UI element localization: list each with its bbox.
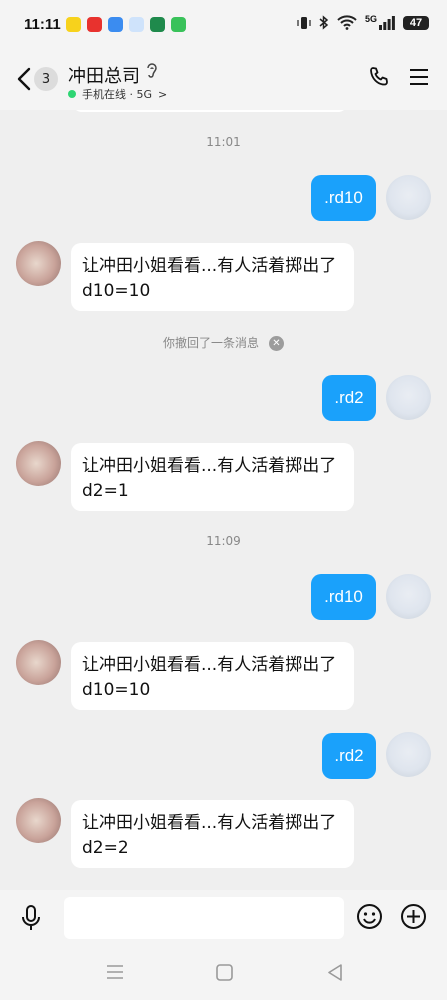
app-icon-yellow xyxy=(66,17,81,32)
bluetooth-icon xyxy=(319,15,329,30)
message-line: 让冲田小姐看看...有人活着掷出了 xyxy=(82,256,337,276)
chat-title[interactable]: 冲田总司 xyxy=(68,62,140,88)
contact-avatar[interactable] xyxy=(16,241,61,286)
vibrate-icon xyxy=(297,16,311,29)
message-line: 让冲田小姐看看...有人活着掷出了 xyxy=(82,456,337,476)
plus-icon[interactable] xyxy=(400,903,427,930)
app-icon-blue xyxy=(108,17,123,32)
app-icon-chat xyxy=(171,17,186,32)
recents-icon[interactable] xyxy=(106,964,124,980)
nav-back-icon[interactable] xyxy=(327,964,343,981)
app-icon-cloud xyxy=(129,17,144,32)
home-icon[interactable] xyxy=(216,964,233,981)
timestamp: 11:09 xyxy=(206,534,241,548)
message-line: d2=1 xyxy=(82,481,129,501)
wifi-icon xyxy=(337,15,357,30)
back-icon[interactable] xyxy=(14,66,34,92)
message-line: 让冲田小姐看看...有人活着掷出了 xyxy=(82,655,337,675)
notification-icons xyxy=(66,17,186,32)
outgoing-message[interactable]: .rd10 xyxy=(311,175,376,221)
timestamp: 11:01 xyxy=(206,135,241,149)
recall-close-icon[interactable]: ✕ xyxy=(269,336,284,351)
chat-header: 3 冲田总司 手机在线 · 5G > xyxy=(0,52,447,110)
phone-icon[interactable] xyxy=(367,65,391,89)
recall-text: 你撤回了一条消息 xyxy=(162,336,259,350)
contact-avatar[interactable] xyxy=(16,640,61,685)
incoming-message[interactable]: 让冲田小姐看看...有人活着掷出了 d10=10 xyxy=(71,243,354,311)
status-indicators: 5G 47 xyxy=(297,13,429,30)
message-list[interactable]: 11:01 .rd10 让冲田小姐看看...有人活着掷出了 d10=10 你撤回… xyxy=(0,110,447,890)
status-time: 11:11 xyxy=(24,16,61,33)
app-icon-red xyxy=(87,17,102,32)
mic-icon[interactable] xyxy=(19,904,43,932)
chevron-right-icon: > xyxy=(158,87,168,101)
self-avatar[interactable] xyxy=(386,175,431,220)
outgoing-message[interactable]: .rd10 xyxy=(311,574,376,620)
outgoing-message[interactable]: .rd2 xyxy=(322,733,376,779)
recall-notice: 你撤回了一条消息 ✕ xyxy=(0,334,447,351)
presence-status[interactable]: 手机在线 · 5G > xyxy=(68,86,167,102)
signal-icon xyxy=(379,15,395,30)
network-label: 5G xyxy=(364,13,377,24)
message-line: d10=10 xyxy=(82,281,151,301)
message-line: 让冲田小姐看看...有人活着掷出了 xyxy=(82,813,337,833)
message-line: d10=10 xyxy=(82,680,151,700)
message-input[interactable] xyxy=(64,897,344,939)
emoji-icon[interactable] xyxy=(356,903,383,930)
previous-message-bubble xyxy=(72,110,348,112)
incoming-message[interactable]: 让冲田小姐看看...有人活着掷出了 d10=10 xyxy=(71,642,354,710)
unread-count-badge[interactable]: 3 xyxy=(34,67,58,91)
battery-indicator: 47 xyxy=(403,15,429,30)
app-icon-green-red xyxy=(150,17,165,32)
system-nav-bar xyxy=(0,946,447,1000)
incoming-message[interactable]: 让冲田小姐看看...有人活着掷出了 d2=2 xyxy=(71,800,354,868)
online-dot-icon xyxy=(68,90,76,98)
input-bar xyxy=(0,890,447,946)
outgoing-message[interactable]: .rd2 xyxy=(322,375,376,421)
self-avatar[interactable] xyxy=(386,732,431,777)
ear-icon xyxy=(147,63,157,78)
message-line: d2=2 xyxy=(82,838,129,858)
presence-text: 手机在线 · 5G xyxy=(82,88,153,101)
menu-icon[interactable] xyxy=(409,67,429,87)
incoming-message[interactable]: 让冲田小姐看看...有人活着掷出了 d2=1 xyxy=(71,443,354,511)
status-bar: 11:11 5G 47 xyxy=(0,0,447,52)
self-avatar[interactable] xyxy=(386,375,431,420)
contact-avatar[interactable] xyxy=(16,441,61,486)
contact-avatar[interactable] xyxy=(16,798,61,843)
self-avatar[interactable] xyxy=(386,574,431,619)
